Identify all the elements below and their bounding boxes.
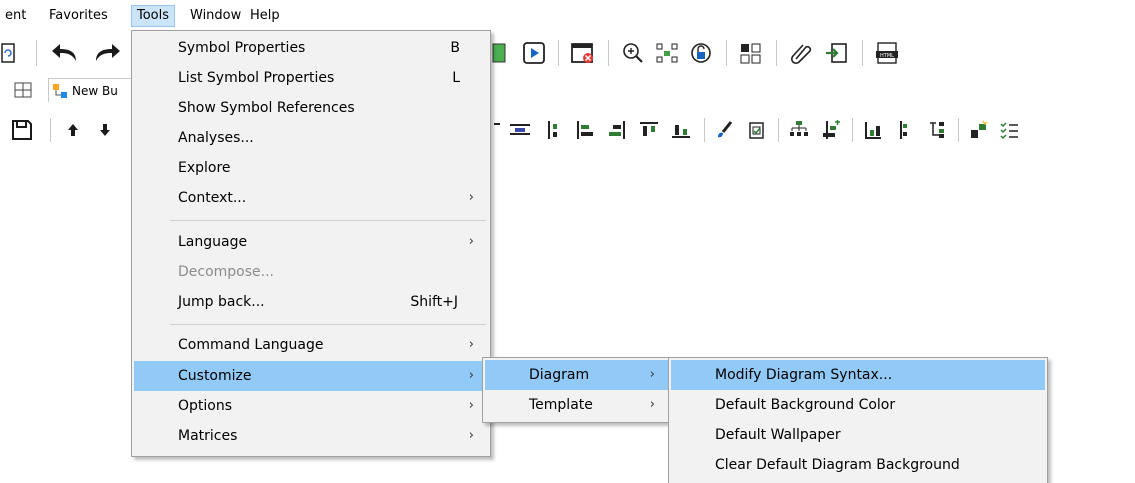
menu-item-diagram[interactable]: Diagram › [485, 360, 669, 390]
menu-item-decompose: Decompose... [178, 264, 275, 280]
tab-label: New Bu [72, 83, 118, 98]
tools-menu: Symbol Properties B List Symbol Properti… [131, 30, 491, 457]
distribute-vertical-icon[interactable] [540, 118, 566, 142]
menu-item-list-symbol-properties[interactable]: List Symbol Properties L [134, 63, 488, 93]
chevron-right-icon: › [649, 367, 655, 382]
chevron-right-icon: › [468, 234, 474, 249]
menu-tools[interactable]: Tools [131, 5, 176, 27]
html-export-icon[interactable]: HTML [872, 38, 902, 68]
layout-tree-icon[interactable] [786, 118, 812, 142]
menu-item-modify-diagram-syntax[interactable]: Modify Diagram Syntax... [671, 360, 1045, 390]
menu-item-symbol-properties[interactable]: Symbol Properties B [134, 33, 488, 63]
menu-item-default-wallpaper[interactable]: Default Wallpaper [671, 420, 1045, 450]
chevron-right-icon: › [649, 397, 655, 412]
save-icon[interactable] [8, 116, 36, 144]
menu-item-default-background-color[interactable]: Default Background Color [671, 390, 1045, 420]
unlock-icon[interactable] [686, 38, 716, 68]
menu-item-customize[interactable]: Customize › [134, 361, 488, 391]
customize-submenu: Diagram › Template › [482, 357, 672, 423]
menu-item-options[interactable]: Options › [134, 391, 488, 421]
menu-item-analyses[interactable]: Analyses... [134, 123, 488, 153]
properties-sheet-icon[interactable] [744, 118, 770, 142]
tab-new-business[interactable]: New Bu [48, 78, 144, 102]
checklist-icon[interactable] [996, 118, 1022, 142]
distribute-horizontal-icon[interactable] [506, 118, 534, 142]
shortcut-label: B [450, 40, 460, 56]
hierarchy-icon[interactable] [860, 118, 886, 142]
menu-separator [170, 220, 486, 221]
menu-item-matrices[interactable]: Matrices › [134, 421, 488, 451]
menu-help[interactable]: Help [245, 5, 285, 27]
menu-item-show-symbol-references[interactable]: Show Symbol References [134, 93, 488, 123]
menu-favorites[interactable]: Favorites [44, 5, 113, 27]
redo-icon[interactable] [90, 38, 124, 68]
fit-diagram-icon[interactable] [652, 38, 682, 68]
align-bottom-icon[interactable] [668, 118, 694, 142]
grid-view-icon[interactable] [12, 80, 34, 100]
tree-layout-icon[interactable] [924, 118, 950, 142]
zoom-icon[interactable] [618, 38, 648, 68]
align-left-icon[interactable] [572, 118, 598, 142]
format-painter-icon[interactable] [712, 118, 738, 142]
add-layout-icon[interactable] [818, 118, 844, 142]
refresh-icon[interactable] [0, 40, 16, 66]
attachment-icon[interactable] [786, 38, 816, 68]
menu-window[interactable]: Window [185, 5, 246, 27]
shortcut-label: L [452, 70, 460, 86]
import-icon[interactable] [822, 38, 852, 68]
align-top-edge-icon[interactable] [490, 118, 504, 142]
menu-item-language[interactable]: Language › [134, 227, 488, 257]
chevron-right-icon: › [468, 368, 474, 383]
menu-bar: ent Favorites Tools Window Help [0, 0, 1135, 30]
auto-layout-icon[interactable] [966, 118, 992, 142]
chevron-right-icon: › [468, 428, 474, 443]
image-icon[interactable] [490, 40, 508, 66]
arrow-down-icon[interactable] [96, 118, 114, 142]
menu-document[interactable]: ent [0, 5, 31, 27]
menu-separator [170, 324, 486, 325]
undo-icon[interactable] [48, 38, 82, 68]
chevron-right-icon: › [468, 398, 474, 413]
menu-item-explore[interactable]: Explore [134, 153, 488, 183]
column-layout-icon[interactable] [892, 118, 918, 142]
close-window-icon[interactable] [568, 38, 598, 68]
menu-item-clear-default-diagram-background[interactable]: Clear Default Diagram Background [671, 450, 1045, 480]
menu-item-context[interactable]: Context... › [134, 183, 488, 213]
align-top-icon[interactable] [636, 118, 662, 142]
svg-text:HTML: HTML [880, 53, 894, 59]
align-right-icon[interactable] [604, 118, 630, 142]
menu-item-command-language[interactable]: Command Language › [134, 330, 488, 360]
menu-item-jump-back[interactable]: Jump back... Shift+J [134, 287, 488, 317]
chevron-right-icon: › [468, 190, 474, 205]
menu-item-template[interactable]: Template › [485, 390, 669, 420]
diagram-tab-icon [53, 83, 67, 98]
shortcut-label: Shift+J [410, 294, 458, 310]
play-icon[interactable] [520, 38, 548, 68]
chevron-right-icon: › [468, 337, 474, 352]
diagram-submenu: Modify Diagram Syntax... Default Backgro… [668, 357, 1048, 483]
grid-icon[interactable] [736, 38, 766, 68]
arrow-up-icon[interactable] [64, 118, 82, 142]
